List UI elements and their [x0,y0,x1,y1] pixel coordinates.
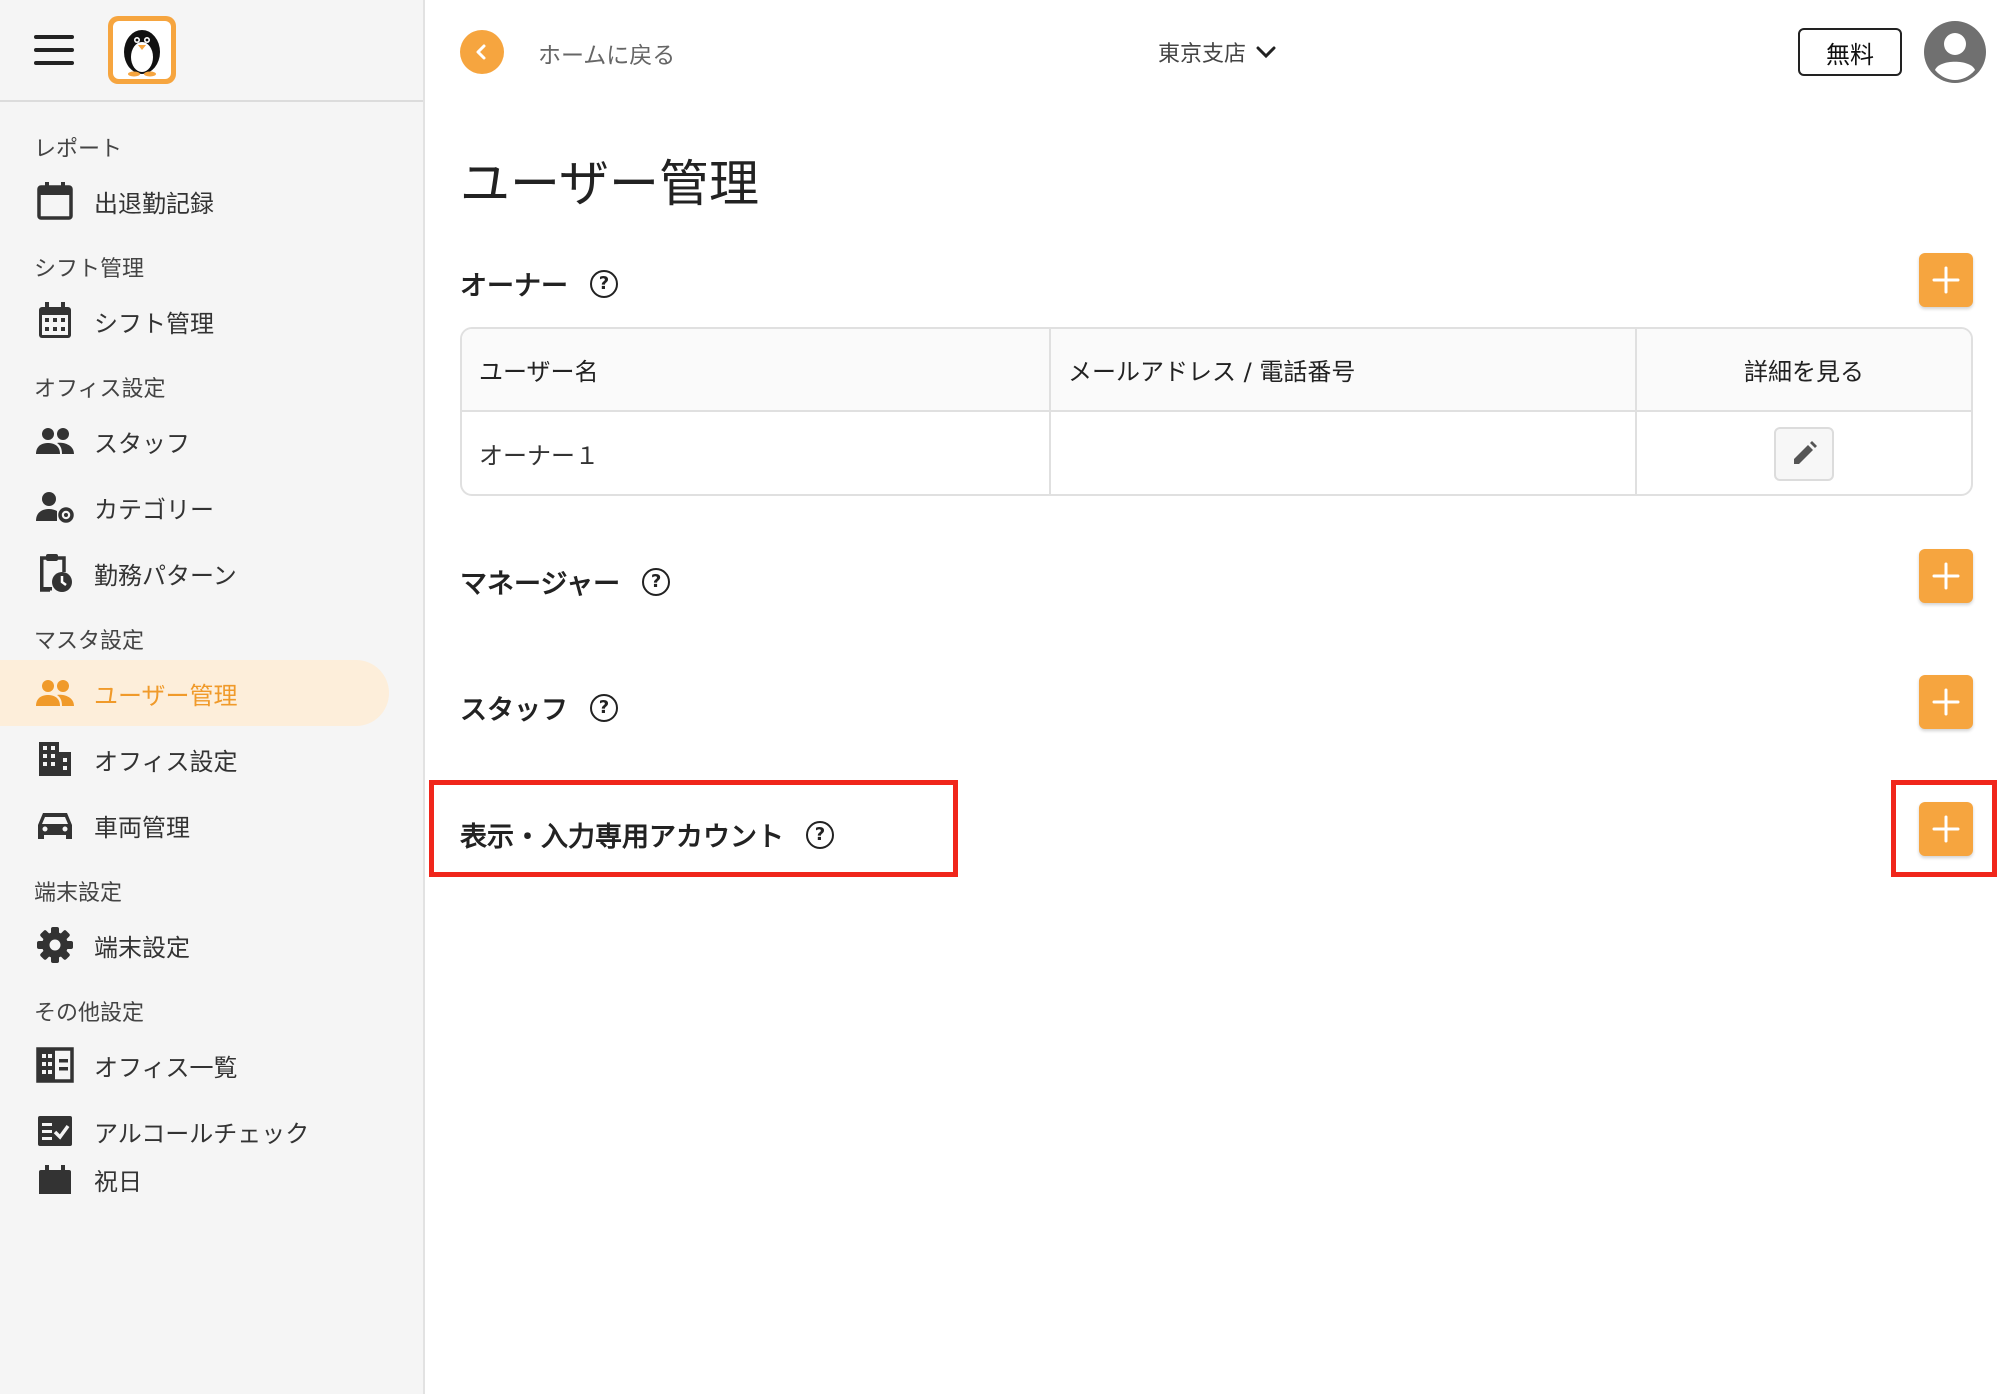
chevron-left-icon [476,44,486,60]
owner-table: ユーザー名 メールアドレス / 電話番号 詳細を見る オーナー１ [460,327,1973,496]
add-manager-button[interactable] [1919,549,1973,603]
cell-contact [1049,412,1635,494]
column-header-username: ユーザー名 [479,358,599,386]
account-icon [1924,21,1986,83]
column-header-contact: メールアドレス / 電話番号 [1049,329,1635,410]
table-row: オーナー１ [462,412,1971,494]
manager-section-title: マネージャー [460,569,621,600]
sidebar-item-work-pattern[interactable]: 勤務パターン [0,540,389,606]
sidebar-item-label: 勤務パターン [94,561,237,590]
add-owner-button[interactable] [1919,253,1973,307]
sidebar-item-office-list[interactable]: オフィス一覧 [0,1032,389,1098]
chevron-down-icon [1256,46,1276,59]
sidebar-item-label: ユーザー管理 [94,681,238,710]
sidebar-item-label: 車両管理 [94,813,190,842]
app-logo[interactable] [108,16,176,84]
sidebar-item-shift[interactable]: シフト管理 [0,288,389,354]
branch-name: 東京支店 [1158,42,1247,67]
plus-icon [1932,688,1960,716]
sidebar-item-label: オフィス一覧 [94,1053,238,1082]
cell-details [1635,412,1971,494]
help-icon[interactable]: ? [590,693,618,722]
help-icon[interactable]: ? [642,567,671,596]
app-root: レポート 出退勤記録 シフト管理 シフト管理 オフィス設定 スタッフ カテゴリー… [0,0,2006,1394]
sidebar: レポート 出退勤記録 シフト管理 シフト管理 オフィス設定 スタッフ カテゴリー… [0,0,425,1394]
nav-section-device: 端末設定 [34,881,123,906]
sidebar-item-alcohol-check[interactable]: アルコールチェック [0,1098,389,1164]
sidebar-item-label: 祝日 [94,1168,142,1194]
sidebar-item-label: シフト管理 [94,309,214,338]
menu-icon[interactable] [34,35,74,65]
sidebar-item-label: 出退勤記録 [94,189,214,218]
sidebar-item-label: カテゴリー [94,495,214,524]
calendar-grid-icon [34,300,76,342]
owner-section-title: オーナー [460,271,568,302]
sidebar-item-user-management[interactable]: ユーザー管理 [0,660,389,726]
penguin-icon [124,30,160,77]
plan-badge-button[interactable]: 無料 [1798,28,1902,76]
cell-username: オーナー１ [479,442,599,470]
sidebar-item-device-settings[interactable]: 端末設定 [0,912,389,978]
building-icon [34,738,76,780]
building-list-icon [34,1044,76,1086]
back-link[interactable]: ホームに戻る [538,36,675,70]
page-title: ユーザー管理 [460,155,759,213]
calendar-icon [34,180,76,222]
nav-section-office: オフィス設定 [34,377,166,402]
sidebar-header [0,0,423,102]
column-header-details: 詳細を見る [1635,329,1971,410]
clipboard-clock-icon [34,552,76,594]
table-header-row: ユーザー名 メールアドレス / 電話番号 詳細を見る [462,329,1971,412]
sidebar-nav: レポート 出退勤記録 シフト管理 シフト管理 オフィス設定 スタッフ カテゴリー… [0,102,423,1194]
user-settings-icon [34,486,76,528]
sidebar-item-category[interactable]: カテゴリー [0,474,389,540]
plus-icon [1932,562,1960,590]
highlight-box-add-button [1891,780,1997,877]
nav-section-report: レポート [34,137,123,162]
people-icon [34,672,76,714]
car-icon [34,804,76,846]
sidebar-item-office-settings[interactable]: オフィス設定 [0,726,389,792]
sidebar-item-holidays[interactable]: 祝日 [0,1164,389,1194]
sidebar-item-staff[interactable]: スタッフ [0,408,389,474]
help-icon[interactable]: ? [590,269,618,298]
checklist-icon [34,1110,76,1152]
staff-section-header: スタッフ ? [460,688,618,727]
sidebar-item-label: オフィス設定 [94,747,238,776]
sidebar-item-vehicles[interactable]: 車両管理 [0,792,389,858]
gear-icon [34,924,76,966]
people-icon [34,420,76,462]
plus-icon [1932,266,1960,294]
owner-section-header: オーナー ? [460,264,618,303]
branch-selector[interactable]: 東京支店 [1158,36,1276,68]
nav-section-other: その他設定 [34,1001,145,1026]
edit-button[interactable] [1774,426,1834,481]
avatar[interactable] [1923,20,1987,84]
nav-section-shift: シフト管理 [34,257,145,282]
nav-section-master: マスタ設定 [34,629,145,654]
sidebar-item-attendance[interactable]: 出退勤記録 [0,168,389,234]
calendar-icon [34,1164,76,1194]
sidebar-item-label: 端末設定 [94,933,190,962]
highlight-box-section-title [429,780,958,877]
sidebar-item-label: アルコールチェック [94,1119,310,1148]
manager-section-header: マネージャー ? [460,562,671,601]
sidebar-item-label: スタッフ [94,429,190,458]
back-button[interactable] [460,30,504,74]
add-staff-button[interactable] [1919,675,1973,729]
staff-section-title: スタッフ [460,695,568,726]
pencil-icon [1794,440,1817,464]
